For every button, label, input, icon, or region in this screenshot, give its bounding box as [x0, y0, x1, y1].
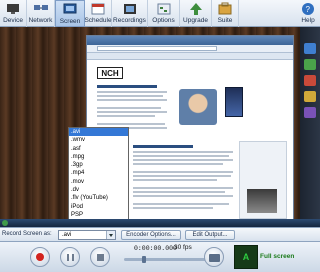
format-option[interactable]: .wmv — [69, 136, 128, 144]
toolbar-device-button[interactable]: Device — [0, 0, 27, 27]
option-bar: Record Screen as: .avi Encoder Options..… — [0, 227, 320, 241]
help-icon: ? — [300, 2, 316, 16]
format-select[interactable]: .avi — [58, 230, 116, 240]
format-select-value: .avi — [62, 232, 72, 238]
record-icon — [36, 253, 44, 261]
record-button[interactable] — [30, 247, 50, 267]
browser-addressbar — [87, 45, 293, 53]
format-option[interactable]: .3gp — [69, 161, 128, 169]
fullscreen-thumbnail[interactable]: A — [234, 245, 258, 269]
camera-icon — [209, 254, 220, 262]
browser-titlebar — [87, 36, 293, 45]
network-icon — [33, 2, 49, 16]
format-option[interactable]: .dv — [69, 186, 128, 194]
screen-icon — [62, 3, 78, 17]
start-orb-icon[interactable] — [2, 220, 8, 226]
film-icon — [122, 2, 138, 16]
browser-tabs — [87, 53, 293, 60]
toolbar-help-button[interactable]: ? Help — [296, 0, 320, 27]
format-option[interactable]: .avi — [69, 128, 128, 137]
format-option[interactable]: .asf — [69, 145, 128, 153]
format-option[interactable]: .mp4 — [69, 169, 128, 177]
gadget-icon — [304, 107, 316, 118]
desktop-sidebar — [300, 27, 320, 227]
main-toolbar: Device Network Screen Schedule Recording… — [0, 0, 320, 27]
toolbar-options-button[interactable]: Options — [148, 0, 180, 27]
svg-text:?: ? — [306, 5, 311, 14]
format-option[interactable]: iPod — [69, 203, 128, 211]
record-screen-label: Record Screen as: — [2, 231, 52, 237]
gadget-icon — [304, 91, 316, 102]
format-option[interactable]: .flv (YouTube) — [69, 194, 128, 202]
gadget-icon — [304, 43, 316, 54]
fps-readout: 30 fps — [174, 244, 192, 251]
control-bar: 0:00:00.000 30 fps A Full screen — [0, 241, 320, 272]
volume-slider[interactable] — [124, 258, 208, 261]
slider-handle[interactable] — [142, 256, 146, 263]
product-person-image — [179, 89, 217, 125]
elapsed-time: 0:00:00.000 — [134, 245, 177, 252]
toolbar-suite-button[interactable]: Suite — [212, 0, 239, 27]
edit-output-button[interactable]: Edit Output... — [185, 230, 235, 240]
product-box-image — [225, 87, 243, 117]
options-icon — [156, 2, 172, 16]
nch-logo: NCH — [97, 67, 123, 79]
suite-icon — [217, 2, 233, 16]
gadget-icon — [304, 59, 316, 70]
format-option[interactable]: .mpg — [69, 153, 128, 161]
address-field — [97, 46, 217, 51]
monitor-icon — [5, 2, 21, 16]
stop-icon — [97, 254, 104, 261]
chevron-down-icon[interactable] — [106, 231, 115, 239]
page-product-image — [247, 189, 277, 213]
toolbar-network-button[interactable]: Network — [27, 0, 55, 27]
toolbar-upgrade-button[interactable]: Upgrade — [180, 0, 212, 27]
pause-icon — [67, 254, 74, 261]
upgrade-icon — [188, 2, 204, 16]
fullscreen-label: Full screen — [260, 253, 295, 260]
gadget-icon — [304, 75, 316, 86]
snapshot-button[interactable] — [204, 247, 224, 267]
toolbar-recordings-button[interactable]: Recordings — [112, 0, 148, 27]
stop-button[interactable] — [90, 247, 110, 267]
format-dropdown-list[interactable]: .avi .wmv .asf .mpg .3gp .mp4 .mov .dv .… — [68, 127, 129, 227]
pause-button[interactable] — [60, 247, 80, 267]
screen-preview: NCH — [0, 27, 320, 227]
format-option[interactable]: .mov — [69, 178, 128, 186]
encoder-options-button[interactable]: Encoder Options... — [121, 230, 181, 240]
toolbar-schedule-button[interactable]: Schedule — [84, 0, 112, 27]
calendar-icon — [90, 2, 106, 16]
windows-taskbar — [0, 219, 320, 227]
toolbar-screen-button[interactable]: Screen — [55, 0, 85, 27]
